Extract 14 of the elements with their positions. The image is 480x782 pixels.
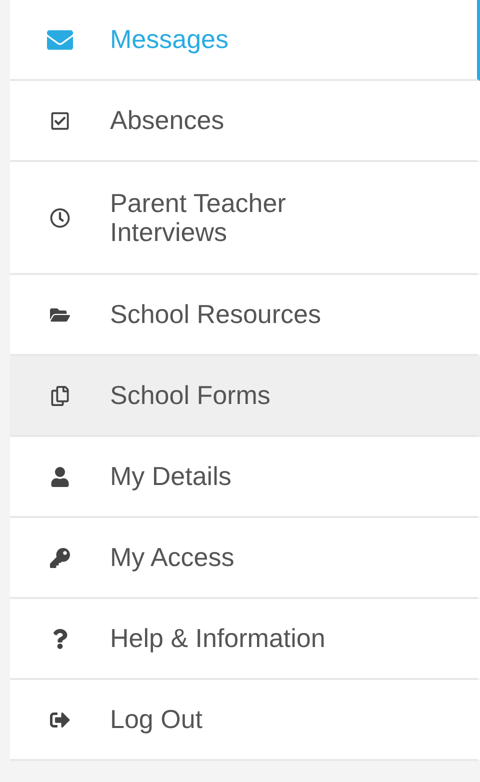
key-icon xyxy=(50,548,70,568)
menu-item[interactable]: Absences xyxy=(10,81,480,162)
menu-item[interactable]: My Access xyxy=(10,518,480,599)
menu-item[interactable]: Help & Information xyxy=(10,599,480,680)
menu-item[interactable]: School Resources xyxy=(10,275,480,356)
copy-icon xyxy=(50,386,70,406)
checkbox-icon xyxy=(50,110,70,130)
user-icon xyxy=(50,466,70,486)
exit-icon xyxy=(50,710,70,730)
clock-icon xyxy=(50,208,70,228)
menu-item[interactable]: My Details xyxy=(10,437,480,518)
menu-item[interactable]: Parent Teacher Interviews xyxy=(10,162,480,275)
menu-item[interactable]: School Forms xyxy=(10,356,480,437)
menu-item[interactable]: Log Out xyxy=(10,680,480,761)
